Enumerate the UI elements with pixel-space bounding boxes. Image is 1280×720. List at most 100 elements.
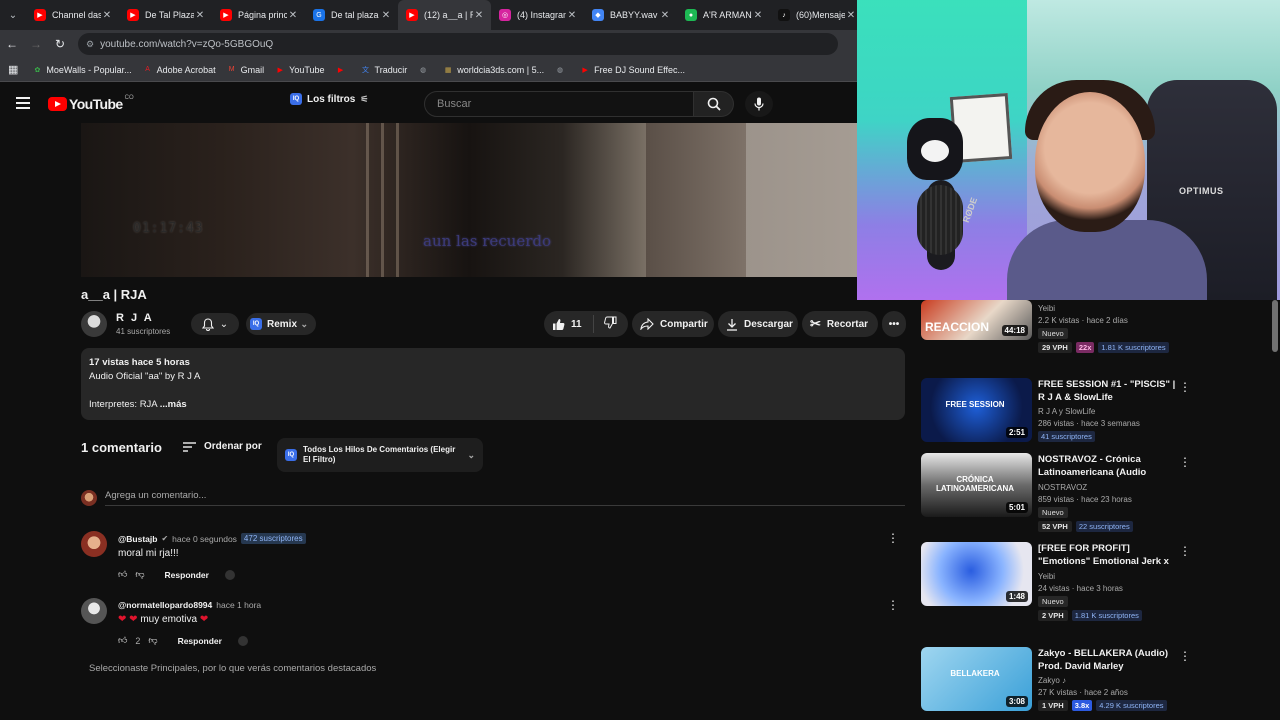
close-icon[interactable]: ✕ bbox=[287, 10, 299, 21]
streamer-body bbox=[1007, 220, 1207, 300]
youtube-logo[interactable]: YouTube CO bbox=[48, 95, 134, 112]
close-icon[interactable]: ✕ bbox=[101, 10, 113, 21]
description-box[interactable]: 17 vistas hace 5 horas Audio Oficial "aa… bbox=[81, 348, 905, 420]
close-icon[interactable]: ✕ bbox=[473, 10, 485, 21]
notifications-button[interactable]: ⌄ bbox=[191, 313, 239, 335]
thumbs-down-icon[interactable]: 👎︎ bbox=[135, 569, 144, 580]
bookmark-item[interactable]: 文 Traducir bbox=[361, 65, 407, 75]
video-menu-icon[interactable]: ⋮ bbox=[1179, 649, 1191, 663]
dislike-button[interactable] bbox=[594, 316, 617, 332]
commenter-handle[interactable]: @normatellopardo8994 bbox=[118, 600, 212, 610]
close-icon[interactable]: ✕ bbox=[659, 10, 671, 21]
bookmark-item[interactable]: A Adobe Acrobat bbox=[143, 65, 215, 75]
video-stats: 1 VPH 3.8x 4.29 K suscriptores bbox=[1038, 700, 1178, 711]
commenter-avatar[interactable] bbox=[81, 598, 107, 624]
site-info-icon[interactable]: ⚙ bbox=[86, 39, 94, 50]
bookmark-item[interactable]: ▶ Free DJ Sound Effec... bbox=[580, 65, 685, 75]
remix-button[interactable]: IQ Remix ⌄ bbox=[246, 313, 316, 335]
search-input[interactable]: Buscar bbox=[424, 91, 694, 117]
browser-tab[interactable]: ♪ (60)Mensaje ✕ bbox=[770, 0, 863, 30]
download-button[interactable]: Descargar bbox=[718, 311, 798, 337]
video-thumbnail[interactable]: CRÓNICA LATINOAMERICANA 5:01 bbox=[921, 453, 1032, 517]
video-menu-icon[interactable]: ⋮ bbox=[1179, 380, 1191, 394]
reload-icon[interactable]: ↻ bbox=[48, 37, 72, 51]
commenter-handle[interactable]: @Bustajb bbox=[118, 534, 157, 544]
share-button[interactable]: Compartir bbox=[632, 311, 714, 337]
close-icon[interactable]: ✕ bbox=[752, 10, 764, 21]
address-bar[interactable]: ⚙ youtube.com/watch?v=zQo-5GBGOuQ bbox=[78, 33, 838, 55]
iq-translate-icon[interactable] bbox=[237, 635, 248, 646]
browser-tab[interactable]: ◆ BABYY.wav ✕ bbox=[584, 0, 677, 30]
add-comment-input[interactable]: Agrega un comentario... bbox=[105, 490, 905, 506]
bookmark-item[interactable]: ▦ worldcia3ds.com | 5... bbox=[443, 65, 544, 75]
back-icon[interactable]: ← bbox=[0, 37, 24, 51]
iq-translate-icon[interactable] bbox=[224, 569, 235, 580]
browser-tab[interactable]: ▶ Página princ ✕ bbox=[212, 0, 305, 30]
thumbs-up-icon bbox=[553, 318, 565, 330]
close-icon[interactable]: ✕ bbox=[380, 10, 392, 21]
video-channel[interactable]: Zakyo ♪ bbox=[1038, 676, 1178, 685]
close-icon[interactable]: ✕ bbox=[845, 10, 857, 21]
tab-favicon-icon: ◎ bbox=[499, 9, 511, 21]
filters-button[interactable]: IQ Los filtros ⚟ bbox=[290, 93, 368, 105]
menu-icon[interactable] bbox=[16, 97, 30, 109]
channel-name[interactable]: R J A bbox=[116, 312, 154, 324]
comment-thread-filter[interactable]: IQ Todos Los Hilos De Comentarios (Elegi… bbox=[277, 438, 483, 472]
video-meta: 2.2 K vistas · hace 2 días bbox=[1038, 316, 1128, 325]
video-channel[interactable]: Yeibi bbox=[1038, 572, 1178, 581]
video-thumbnail[interactable]: 1:48 bbox=[921, 542, 1032, 606]
video-menu-icon[interactable]: ⋮ bbox=[1179, 544, 1191, 558]
thumbs-up-icon[interactable]: 👍︎ bbox=[118, 635, 127, 646]
like-button[interactable]: 11 bbox=[544, 315, 594, 333]
thumbs-up-icon[interactable]: 👍︎ bbox=[118, 569, 127, 580]
channel-avatar[interactable] bbox=[81, 311, 107, 337]
comment-menu-icon[interactable]: ⋮ bbox=[887, 531, 899, 545]
video-channel[interactable]: NOSTRAVOZ bbox=[1038, 483, 1178, 492]
video-title[interactable]: Zakyo - BELLAKERA (Audio) Prod. David Ma… bbox=[1038, 647, 1178, 673]
bookmark-item[interactable]: M Gmail bbox=[227, 65, 264, 75]
clip-button[interactable]: ✂ Recortar bbox=[802, 311, 878, 337]
close-icon[interactable]: ✕ bbox=[566, 10, 578, 21]
apps-grid-icon[interactable]: ▦ bbox=[8, 63, 18, 76]
more-actions-button[interactable]: ••• bbox=[882, 311, 906, 337]
video-menu-icon[interactable]: ⋮ bbox=[1179, 455, 1191, 469]
bookmark-item[interactable]: ▶ YouTube bbox=[275, 65, 324, 75]
search-button[interactable] bbox=[694, 91, 734, 117]
video-thumbnail[interactable]: BELLAKERA 3:08 bbox=[921, 647, 1032, 711]
video-channel[interactable]: Yeibi bbox=[1038, 304, 1178, 313]
thumbs-down-icon[interactable]: 👎︎ bbox=[148, 635, 157, 646]
youtube-play-icon bbox=[48, 97, 67, 111]
browser-tab[interactable]: G De tal plaza ✕ bbox=[305, 0, 398, 30]
vph-badge: 2 VPH bbox=[1038, 610, 1068, 621]
video-thumbnail[interactable]: REACCION 44:18 bbox=[921, 300, 1032, 340]
bookmark-item[interactable]: ◍ bbox=[555, 65, 569, 75]
video-title[interactable]: [FREE FOR PROFIT] "Emotions" Emotional J… bbox=[1038, 542, 1178, 569]
comment-time[interactable]: hace 1 hora bbox=[216, 600, 261, 610]
browser-tab[interactable]: ▶ Channel das ✕ bbox=[26, 0, 119, 30]
reply-button[interactable]: Responder bbox=[178, 636, 222, 646]
video-channel[interactable]: R J A y SlowLife bbox=[1038, 407, 1178, 416]
comment-time[interactable]: hace 0 segundos bbox=[172, 534, 237, 544]
close-icon[interactable]: ✕ bbox=[194, 10, 206, 21]
commenter-avatar[interactable] bbox=[81, 531, 107, 557]
comment-menu-icon[interactable]: ⋮ bbox=[887, 598, 899, 612]
browser-tab[interactable]: ● A'R ARMAN ✕ bbox=[677, 0, 770, 30]
video-player[interactable]: 01:17:43 aun las recuerdo bbox=[81, 123, 857, 277]
iq-icon: IQ bbox=[290, 93, 302, 105]
forward-icon[interactable]: → bbox=[24, 37, 48, 51]
bookmark-item[interactable]: ◍ bbox=[418, 65, 432, 75]
browser-tab[interactable]: ▶ (12) a__a | R ✕ bbox=[398, 0, 491, 30]
voice-search-button[interactable] bbox=[745, 91, 773, 117]
video-title[interactable]: FREE SESSION #1 - "PISCIS" | R J A & Slo… bbox=[1038, 378, 1178, 404]
browser-tab[interactable]: ◎ (4) Instagram ✕ bbox=[491, 0, 584, 30]
browser-tab[interactable]: ▶ De Tal Plaza ✕ bbox=[119, 0, 212, 30]
sort-comments-button[interactable]: Ordenar por bbox=[183, 441, 262, 452]
show-more-link[interactable]: ...más bbox=[160, 399, 187, 410]
bookmark-item[interactable]: ▶ bbox=[336, 65, 350, 75]
reply-button[interactable]: Responder bbox=[165, 570, 209, 580]
bookmark-item[interactable]: ✿ MoeWalls - Popular... bbox=[32, 65, 131, 75]
tab-search-chevron-icon[interactable]: ⌄ bbox=[0, 0, 26, 30]
page-scrollbar[interactable] bbox=[1272, 300, 1278, 352]
video-title[interactable]: NOSTRAVOZ - Crónica Latinoamericana (Aud… bbox=[1038, 453, 1178, 480]
video-thumbnail[interactable]: FREE SESSION 2:51 bbox=[921, 378, 1032, 442]
